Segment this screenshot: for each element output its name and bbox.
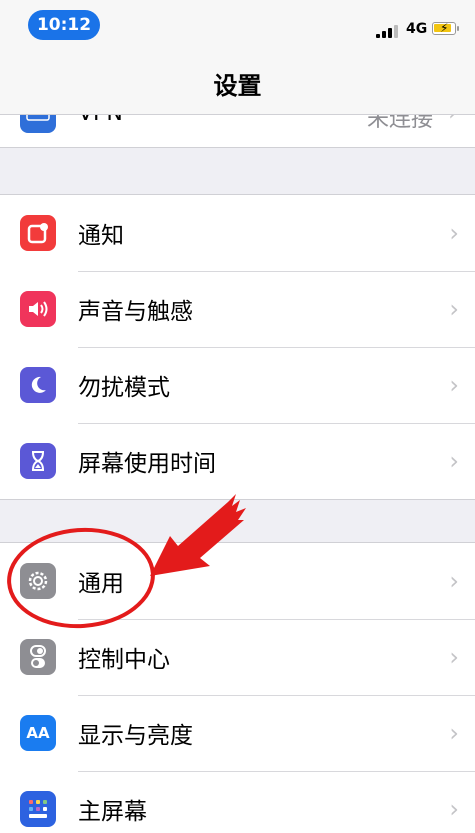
settings-row-sounds[interactable]: 声音与触感 › <box>0 271 475 347</box>
annotation-arrow-icon <box>150 494 246 576</box>
status-time: 10:12 <box>28 10 100 40</box>
network-type: 4G <box>406 21 428 37</box>
gear-icon <box>20 563 56 599</box>
row-label: 勿扰模式 <box>78 375 170 401</box>
display-icon: AA <box>20 715 56 751</box>
notifications-icon <box>20 215 56 251</box>
home-screen-icon <box>20 791 56 827</box>
chevron-right-icon: › <box>448 115 457 126</box>
row-label: 屏幕使用时间 <box>78 451 216 477</box>
chevron-right-icon: › <box>449 795 459 823</box>
settings-row-control-center[interactable]: 控制中心 › <box>0 619 475 695</box>
navigation-bar: 设置 <box>0 52 475 114</box>
signal-icon <box>376 24 400 38</box>
row-label: 通知 <box>78 223 124 249</box>
settings-group-1: 通知 › 声音与触感 › 勿扰模式 › 屏幕使用时间 › <box>0 194 475 500</box>
row-label: 声音与触感 <box>78 299 193 325</box>
row-label: 通用 <box>78 571 124 597</box>
row-label: 控制中心 <box>78 647 170 673</box>
row-label: 显示与亮度 <box>78 723 193 749</box>
chevron-right-icon: › <box>449 643 459 671</box>
vpn-status-value: 未连接 <box>366 114 433 132</box>
charging-bolt-icon: ⚡ <box>440 21 449 35</box>
hourglass-icon <box>20 443 56 479</box>
moon-icon <box>20 367 56 403</box>
vpn-icon <box>20 115 56 133</box>
status-bar: 10:12 4G ⚡ <box>0 0 475 52</box>
settings-row-home-screen[interactable]: 主屏幕 › <box>0 771 475 833</box>
settings-row-vpn[interactable]: VPN 未连接 › <box>0 114 475 148</box>
chevron-right-icon: › <box>449 447 459 475</box>
sound-icon <box>20 291 56 327</box>
chevron-right-icon: › <box>449 719 459 747</box>
row-label: VPN <box>78 115 123 126</box>
settings-row-do-not-disturb[interactable]: 勿扰模式 › <box>0 347 475 423</box>
row-label: 主屏幕 <box>78 799 147 825</box>
chevron-right-icon: › <box>449 219 459 247</box>
settings-row-notifications[interactable]: 通知 › <box>0 195 475 271</box>
page-title: 设置 <box>213 71 262 100</box>
settings-row-display-brightness[interactable]: AA 显示与亮度 › <box>0 695 475 771</box>
chevron-right-icon: › <box>449 567 459 595</box>
chevron-right-icon: › <box>449 295 459 323</box>
chevron-right-icon: › <box>449 371 459 399</box>
toggle-icon <box>20 639 56 675</box>
